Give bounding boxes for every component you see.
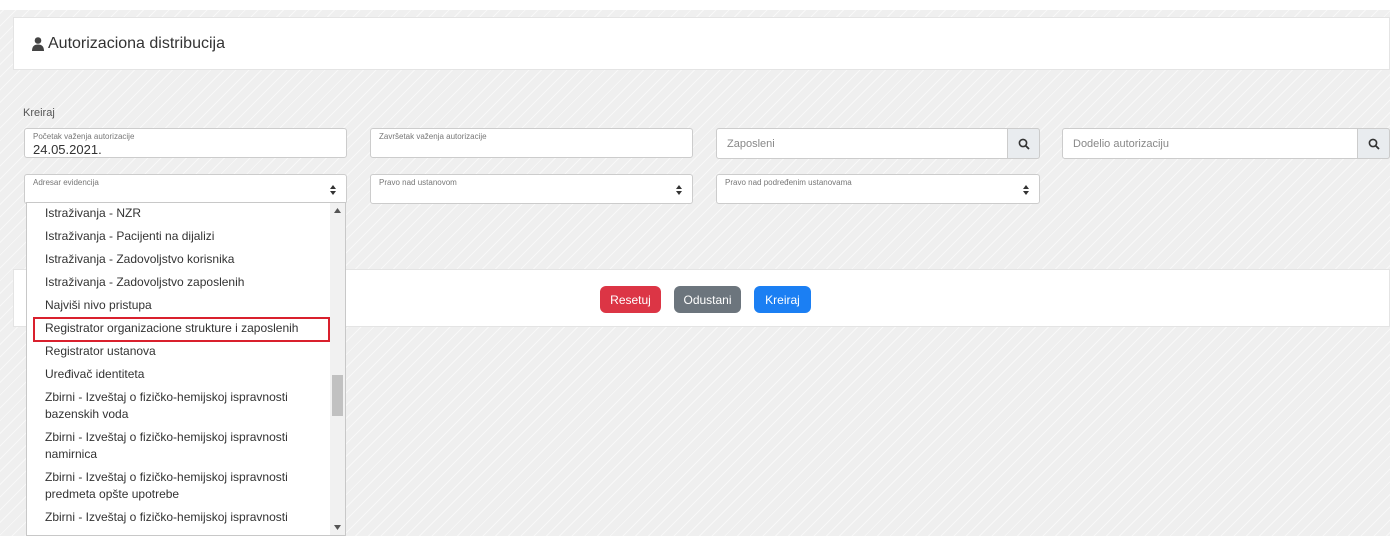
sub-institution-right-label: Pravo nad podređenim ustanovama (725, 178, 852, 187)
top-strip (0, 0, 1390, 10)
dropdown-option[interactable]: Istraživanja - Zadovoljstvo korisnika (27, 249, 332, 272)
dropdown-option[interactable]: Uređivač identiteta (27, 364, 332, 387)
end-date-label: Završetak važenja autorizacije (379, 132, 487, 141)
institution-right-select[interactable]: Pravo nad ustanovom (370, 174, 693, 204)
dropdown-option[interactable]: Zbirni - Izveštaj o fizičko-hemijskoj is… (27, 387, 332, 427)
dropdown-option[interactable]: Istraživanja - NZR (27, 203, 332, 226)
reset-button[interactable]: Resetuj (600, 286, 661, 313)
dropdown-option[interactable]: Zbirni - Izveštaj o fizičko-hemijskoj is… (27, 507, 332, 530)
create-button[interactable]: Kreiraj (754, 286, 811, 313)
registry-label: Adresar evidencija (33, 178, 99, 187)
dropdown-scrollbar[interactable] (330, 203, 345, 535)
dropdown-option[interactable]: Istraživanja - Zadovoljstvo zaposlenih (27, 272, 332, 295)
employees-search-button[interactable] (1007, 128, 1040, 159)
search-icon (1368, 138, 1380, 150)
sub-institution-right-select[interactable]: Pravo nad podređenim ustanovama (716, 174, 1040, 204)
page-title: Autorizaciona distribucija (48, 34, 225, 52)
start-date-field[interactable]: Početak važenja autorizacije 24.05.2021. (24, 128, 347, 158)
employees-placeholder: Zaposleni (727, 137, 775, 150)
search-icon (1018, 138, 1030, 150)
scroll-down-icon[interactable] (334, 525, 341, 530)
start-date-label: Početak važenja autorizacije (33, 132, 135, 141)
granted-by-placeholder: Dodelio autorizaciju (1073, 137, 1169, 150)
dropdown-options: Istraživanja - NZR Istraživanja - Pacije… (27, 203, 332, 530)
scrollbar-thumb[interactable] (332, 375, 343, 416)
dropdown-option-highlighted[interactable]: Registrator organizacione strukture i za… (33, 317, 330, 342)
start-date-value: 24.05.2021. (33, 142, 102, 157)
employees-input[interactable]: Zaposleni (716, 128, 1040, 159)
registry-select[interactable]: Adresar evidencija (24, 174, 347, 204)
dropdown-option[interactable]: Zbirni - Izveštaj o fizičko-hemijskoj is… (27, 467, 332, 507)
dropdown-option[interactable]: Istraživanja - Pacijenti na dijalizi (27, 226, 332, 249)
section-label: Kreiraj (23, 107, 55, 119)
dropdown-option[interactable]: Zbirni - Izveštaj o fizičko-hemijskoj is… (27, 427, 332, 467)
page-header: Autorizaciona distribucija (13, 17, 1390, 70)
cancel-button[interactable]: Odustani (674, 286, 741, 313)
granted-by-input[interactable]: Dodelio autorizaciju (1062, 128, 1390, 159)
end-date-field[interactable]: Završetak važenja autorizacije (370, 128, 693, 158)
scroll-up-icon[interactable] (334, 208, 341, 213)
user-icon (32, 36, 44, 51)
institution-right-label: Pravo nad ustanovom (379, 178, 457, 187)
sort-arrows-icon (330, 185, 336, 195)
granted-by-search-button[interactable] (1357, 128, 1390, 159)
registry-dropdown-list[interactable]: Istraživanja - NZR Istraživanja - Pacije… (26, 202, 346, 536)
dropdown-option[interactable]: Registrator ustanova (27, 341, 332, 364)
dropdown-option[interactable]: Najviši nivo pristupa (27, 295, 332, 318)
sort-arrows-icon (676, 185, 682, 195)
sort-arrows-icon (1023, 185, 1029, 195)
